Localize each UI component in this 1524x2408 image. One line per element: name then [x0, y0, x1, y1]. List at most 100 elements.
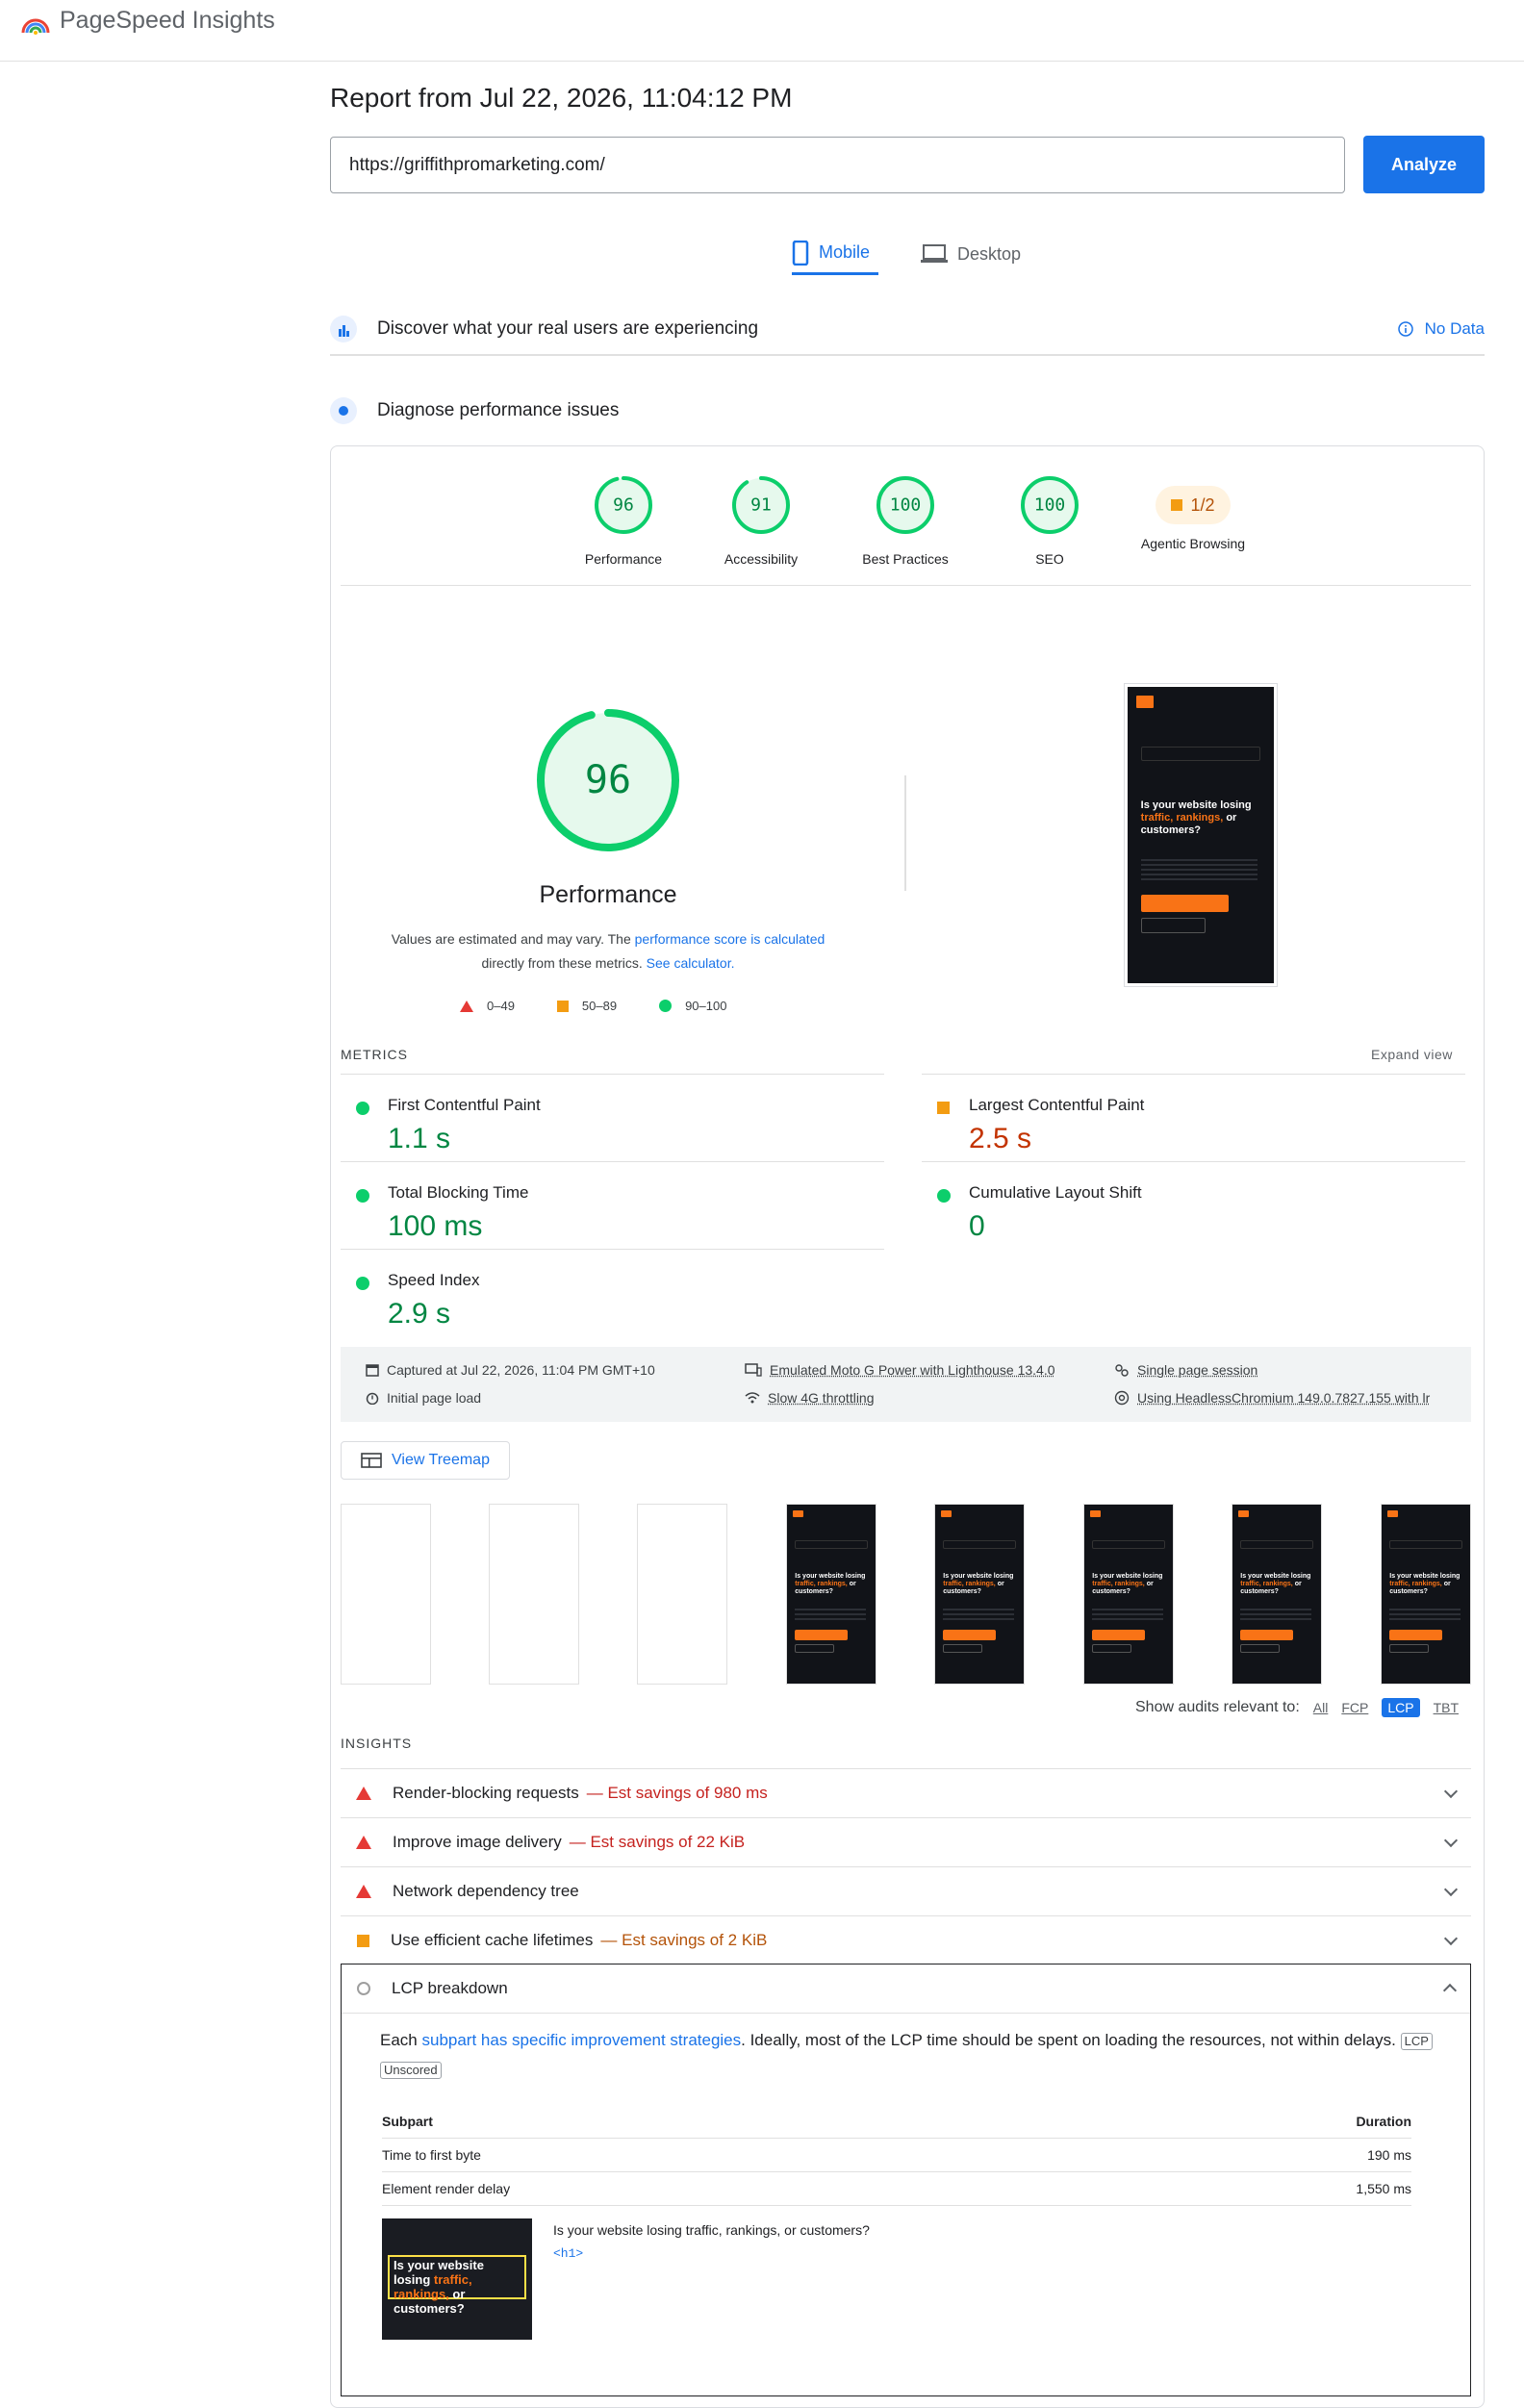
row-subpart: Element render delay [382, 2181, 510, 2196]
filmstrip-screen: Is your website losing traffic, rankings… [787, 1505, 876, 1684]
analyze-button[interactable]: Analyze [1363, 136, 1485, 193]
audit-filter-label: Show audits relevant to: [1135, 1699, 1300, 1716]
gauge-performance[interactable]: 96 Performance [551, 474, 696, 567]
score-ring: 100 [875, 474, 936, 536]
calendar-icon [366, 1363, 379, 1377]
site-search-bar [943, 1540, 1015, 1549]
insight-title: Network dependency tree [393, 1882, 579, 1901]
insights-heading: INSIGHTS [341, 1736, 412, 1751]
headline-part: Is your website losing [1240, 1573, 1310, 1580]
site-logo [941, 1510, 952, 1517]
metric-lcp: Largest Contentful Paint 2.5 s [922, 1074, 1465, 1160]
gauge-score: 96 [585, 758, 631, 802]
users-chart-icon [330, 316, 357, 342]
headline-accent: traffic, rankings, [1389, 1581, 1441, 1587]
gauge-seo[interactable]: 100 SEO [978, 474, 1122, 567]
metric-value: 2.9 s [388, 1298, 450, 1331]
row-subpart: Time to first byte [382, 2147, 481, 2163]
site-cta-button [943, 1630, 996, 1640]
pass-circle-icon [937, 1189, 951, 1203]
metric-name: Total Blocking Time [388, 1183, 528, 1203]
view-treemap-button[interactable]: View Treemap [341, 1441, 510, 1480]
pass-circle-icon [356, 1102, 369, 1115]
tab-mobile-label: Mobile [819, 242, 870, 263]
score-calculated-link[interactable]: performance score is calculated [635, 931, 826, 947]
unscored-tag: Unscored [380, 2062, 442, 2079]
filmstrip-screen: Is your website losing traffic, rankings… [1382, 1505, 1470, 1684]
site-search-bar [1141, 747, 1261, 761]
gauge-accessibility[interactable]: 91 Accessibility [689, 474, 833, 567]
lcp-element-tag[interactable]: <h1> [553, 2246, 583, 2261]
tab-mobile[interactable]: Mobile [792, 233, 878, 275]
timer-icon [366, 1391, 379, 1405]
site-body-text [1141, 859, 1258, 883]
performance-big-gauge: 96 [534, 706, 682, 854]
gauge-score: 96 [613, 495, 634, 516]
pagespeed-logo-icon[interactable] [19, 8, 52, 40]
lcp-breakdown-header[interactable]: LCP breakdown [342, 1964, 1470, 2014]
insight-cache-lifetimes[interactable]: Use efficient cache lifetimes — Est savi… [341, 1915, 1471, 1964]
env-browser[interactable]: Using HeadlessChromium 149.0.7827.155 wi… [1114, 1390, 1430, 1406]
insight-lcp-breakdown: LCP breakdown Each subpart has specific … [341, 1964, 1471, 2396]
fail-triangle-icon [356, 1836, 371, 1849]
metric-name: Cumulative Layout Shift [969, 1183, 1142, 1203]
site-search-bar [795, 1540, 867, 1549]
env-throttle[interactable]: Slow 4G throttling [745, 1390, 875, 1406]
filter-tbt[interactable]: TBT [1434, 1700, 1459, 1715]
diagnose-title: Diagnose performance issues [377, 400, 619, 421]
gauge-label: SEO [978, 551, 1122, 567]
gauge-label: Accessibility [689, 551, 833, 567]
neutral-circle-icon [357, 1982, 370, 1995]
lcp-element-thumbnail[interactable]: Is your website losing traffic, rankings… [382, 2218, 532, 2340]
tab-desktop[interactable]: Desktop [921, 233, 1021, 275]
see-calculator-link[interactable]: See calculator. [647, 955, 735, 971]
insight-savings: — Est savings of 980 ms [587, 1784, 768, 1803]
site-secondary-button [943, 1644, 981, 1653]
env-session[interactable]: Single page session [1114, 1362, 1257, 1378]
note-text-1: Values are estimated and may vary. The [392, 931, 631, 947]
insight-render-blocking[interactable]: Render-blocking requests — Est savings o… [341, 1768, 1471, 1817]
metric-si: Speed Index 2.9 s [341, 1249, 884, 1335]
site-secondary-button [1389, 1644, 1428, 1653]
gauge-best-practices[interactable]: 100 Best Practices [833, 474, 978, 567]
env-device[interactable]: Emulated Moto G Power with Lighthouse 13… [745, 1362, 1055, 1378]
env-text: Emulated Moto G Power with Lighthouse 13… [770, 1362, 1055, 1378]
agentic-pill: 1/2 [1156, 486, 1230, 524]
gauge-agentic-browsing[interactable]: 1/2 Agentic Browsing [1126, 474, 1260, 551]
site-body-text [1240, 1609, 1311, 1623]
metric-name: Largest Contentful Paint [969, 1096, 1144, 1115]
lcp-description: Each subpart has specific improvement st… [380, 2026, 1448, 2084]
site-headline: Is your website losing traffic, rankings… [1240, 1573, 1314, 1596]
improvement-strategies-link[interactable]: subpart has specific improvement strateg… [421, 2031, 741, 2049]
session-icon [1114, 1363, 1130, 1377]
score-ring: 91 [730, 474, 792, 536]
headline-accent: traffic, rankings, [1092, 1581, 1144, 1587]
filter-lcp[interactable]: LCP [1382, 1698, 1419, 1717]
site-cta-button [1240, 1630, 1293, 1640]
filmstrip-frame [341, 1504, 431, 1685]
row-duration: 190 ms [1367, 2147, 1411, 2163]
filmstrip-screen: Is your website losing traffic, rankings… [1084, 1505, 1173, 1684]
table-row: Time to first byte 190 ms [382, 2139, 1411, 2172]
insight-title: LCP breakdown [392, 1979, 508, 1998]
gauge-score: 100 [890, 495, 922, 516]
filmstrip-frame: Is your website losing traffic, rankings… [1381, 1504, 1471, 1685]
headline-accent: traffic, rankings, [1141, 812, 1224, 824]
app-title[interactable]: PageSpeed Insights [60, 7, 275, 35]
expand-view-toggle[interactable]: Expand view [1371, 1047, 1453, 1062]
metric-tbt: Total Blocking Time 100 ms [341, 1161, 884, 1248]
no-data-status[interactable]: No Data [1398, 319, 1485, 339]
chevron-up-icon [1443, 1984, 1457, 1997]
filter-all[interactable]: All [1313, 1700, 1329, 1715]
site-search-bar [1240, 1540, 1312, 1549]
insight-image-delivery[interactable]: Improve image delivery — Est savings of … [341, 1817, 1471, 1866]
chevron-down-icon [1444, 1932, 1458, 1945]
filter-fcp[interactable]: FCP [1341, 1700, 1368, 1715]
agentic-value: 1/2 [1190, 495, 1214, 516]
headline-part: Is your website losing [1092, 1573, 1162, 1580]
env-text: Using HeadlessChromium 149.0.7827.155 wi… [1137, 1390, 1430, 1406]
headline-part: Is your website losing [943, 1573, 1013, 1580]
site-search-bar [1092, 1540, 1164, 1549]
insight-network-tree[interactable]: Network dependency tree [341, 1866, 1471, 1915]
url-input[interactable] [330, 137, 1345, 193]
